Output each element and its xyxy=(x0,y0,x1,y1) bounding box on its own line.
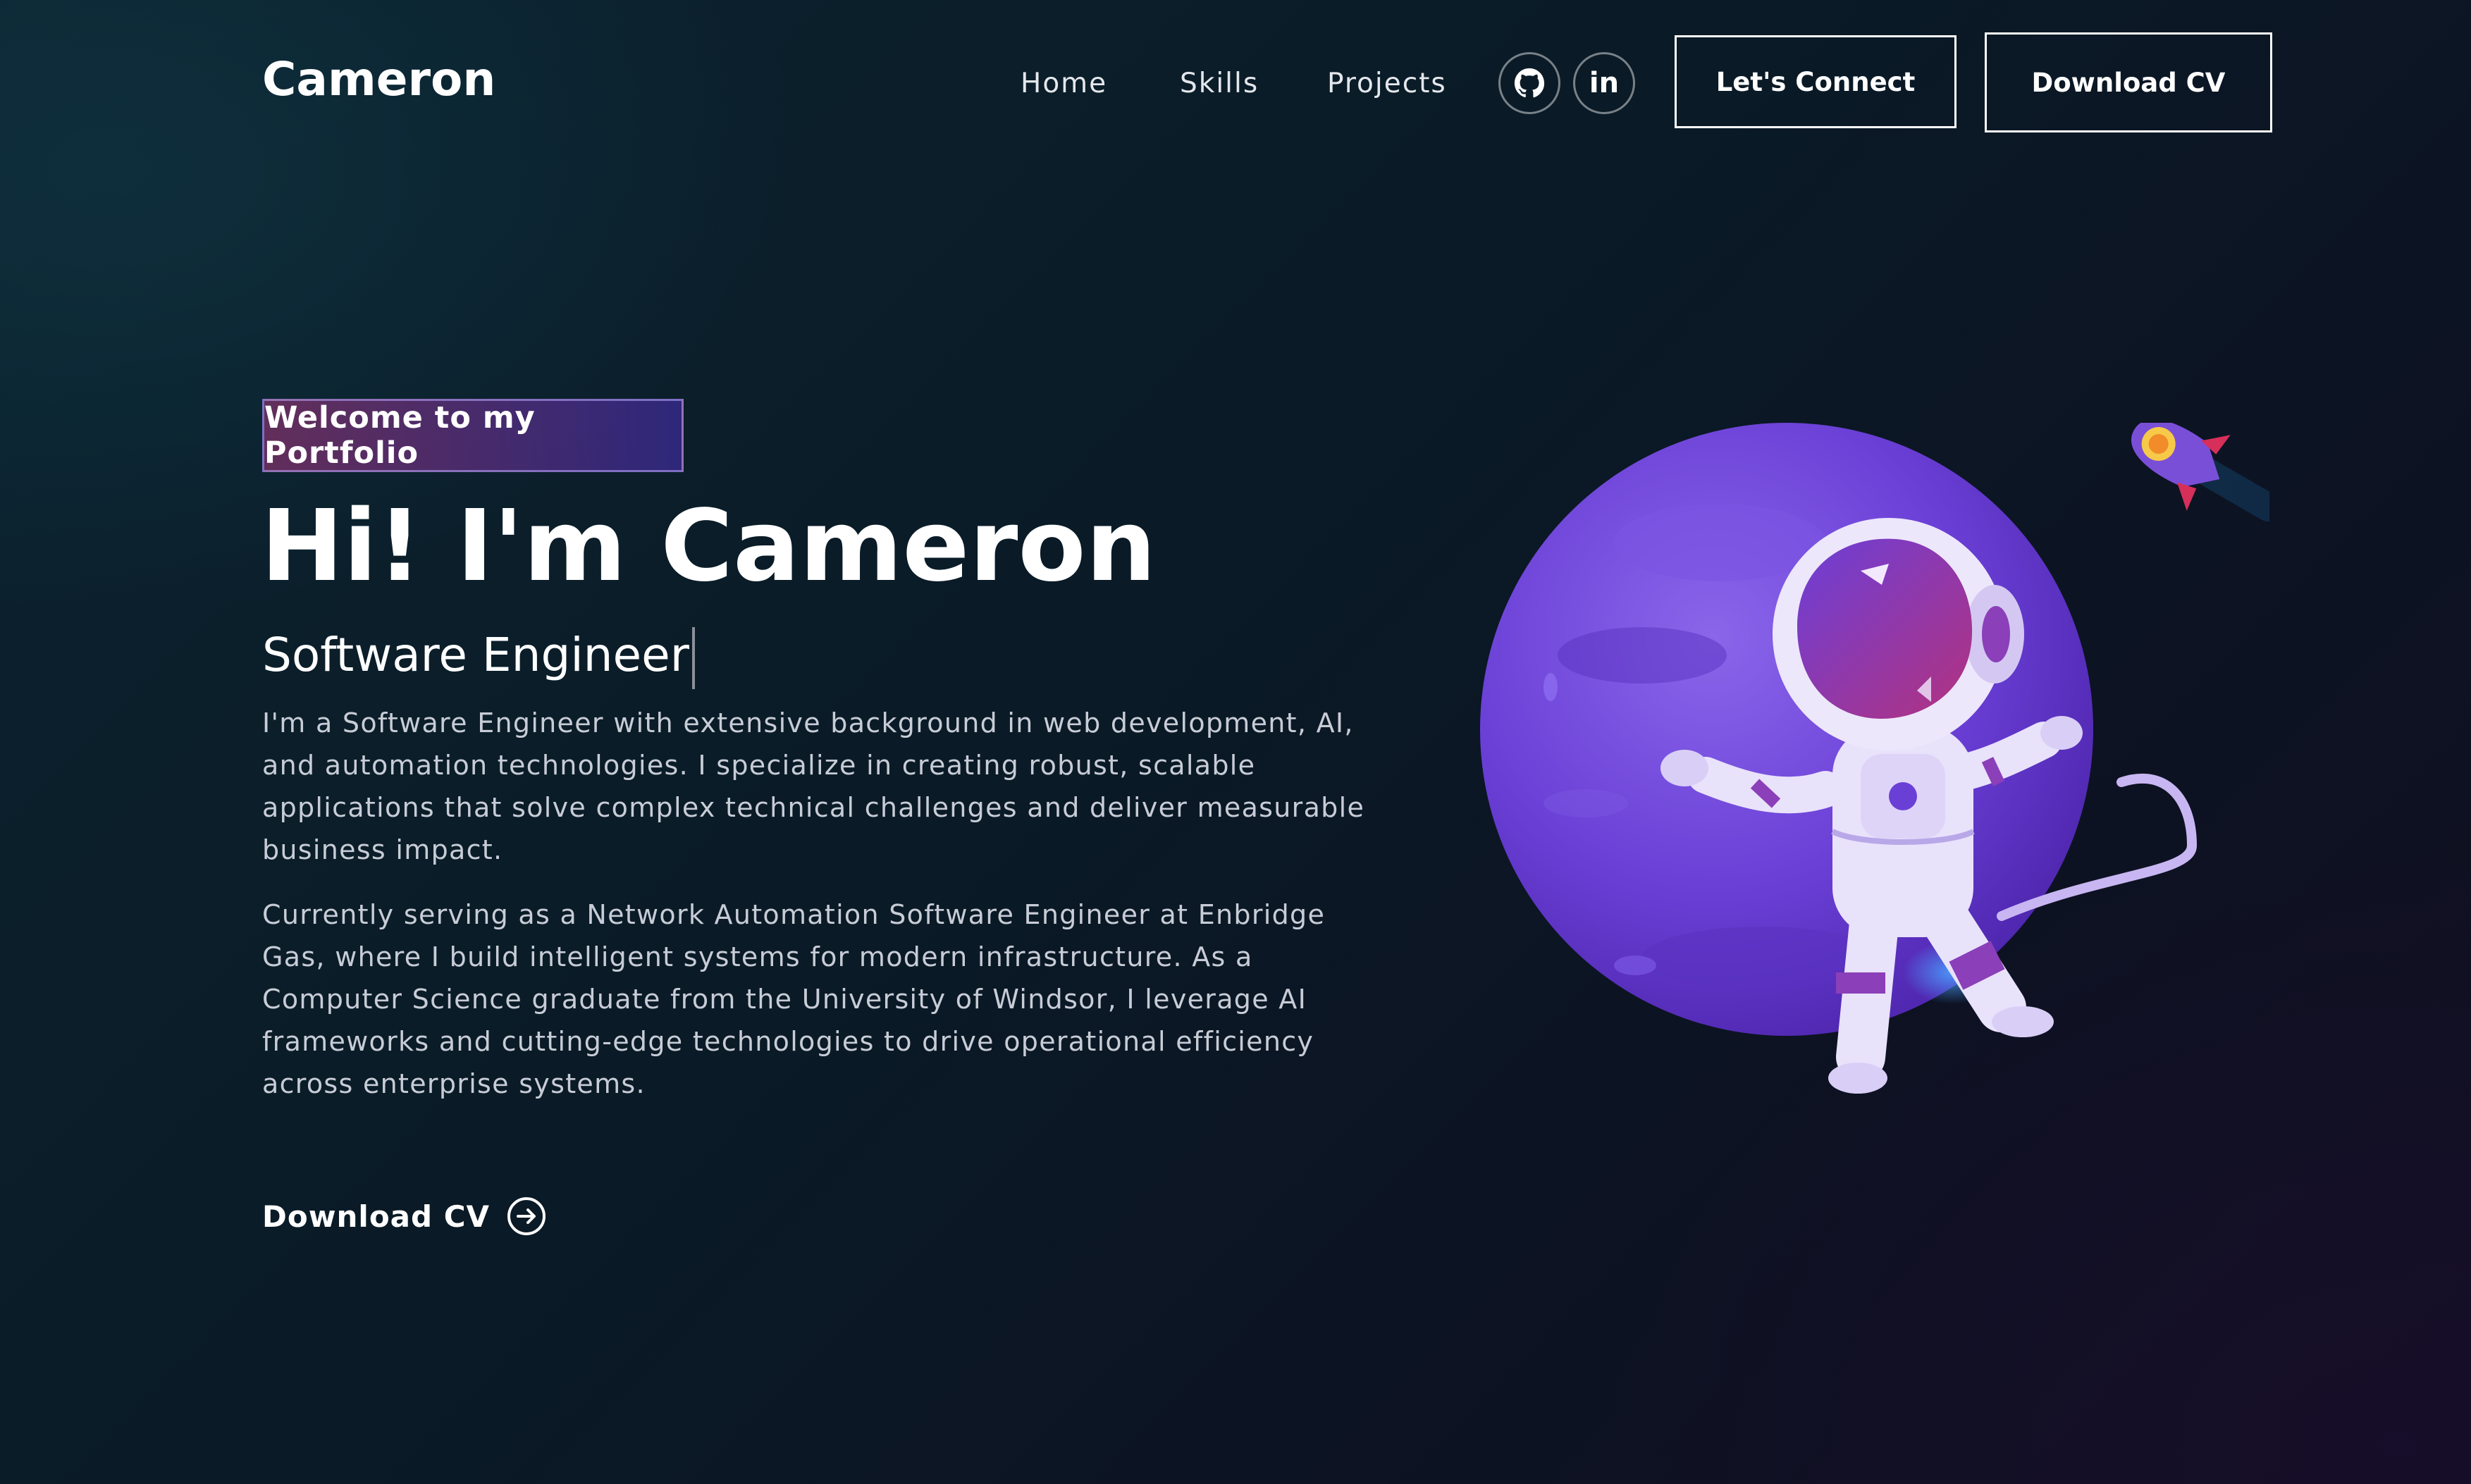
bio-paragraph-1: I'm a Software Engineer with extensive b… xyxy=(262,707,1365,865)
arrow-right-circle-icon xyxy=(507,1197,546,1235)
brand-logo[interactable]: Cameron xyxy=(262,52,495,106)
download-cv-link-label: Download CV xyxy=(262,1199,491,1234)
nav-link-skills[interactable]: Skills xyxy=(1180,68,1259,99)
role-text: Software Engineer xyxy=(262,628,689,683)
linkedin-link[interactable]: in xyxy=(1573,52,1635,114)
github-icon xyxy=(1514,68,1545,98)
rocket-icon xyxy=(2131,423,2269,521)
astronaut-illustration xyxy=(1480,423,2269,1094)
linkedin-icon: in xyxy=(1589,67,1620,99)
bio-paragraph-2: Currently serving as a Network Automatio… xyxy=(262,899,1326,1099)
download-cv-button[interactable]: Download CV xyxy=(1985,32,2272,132)
github-link[interactable] xyxy=(1498,52,1560,114)
nav-link-home[interactable]: Home xyxy=(1021,68,1107,99)
welcome-badge: Welcome to my Portfolio xyxy=(262,399,684,472)
typing-caret xyxy=(691,627,695,689)
planet-shape xyxy=(1480,423,2093,1036)
lets-connect-button[interactable]: Let's Connect xyxy=(1675,35,1957,128)
hero-headline: Hi! I'm Cameron xyxy=(261,489,1157,604)
hero-role: Software Engineer xyxy=(262,627,695,689)
nav-link-projects[interactable]: Projects xyxy=(1327,68,1447,99)
download-cv-link[interactable]: Download CV xyxy=(262,1197,546,1236)
